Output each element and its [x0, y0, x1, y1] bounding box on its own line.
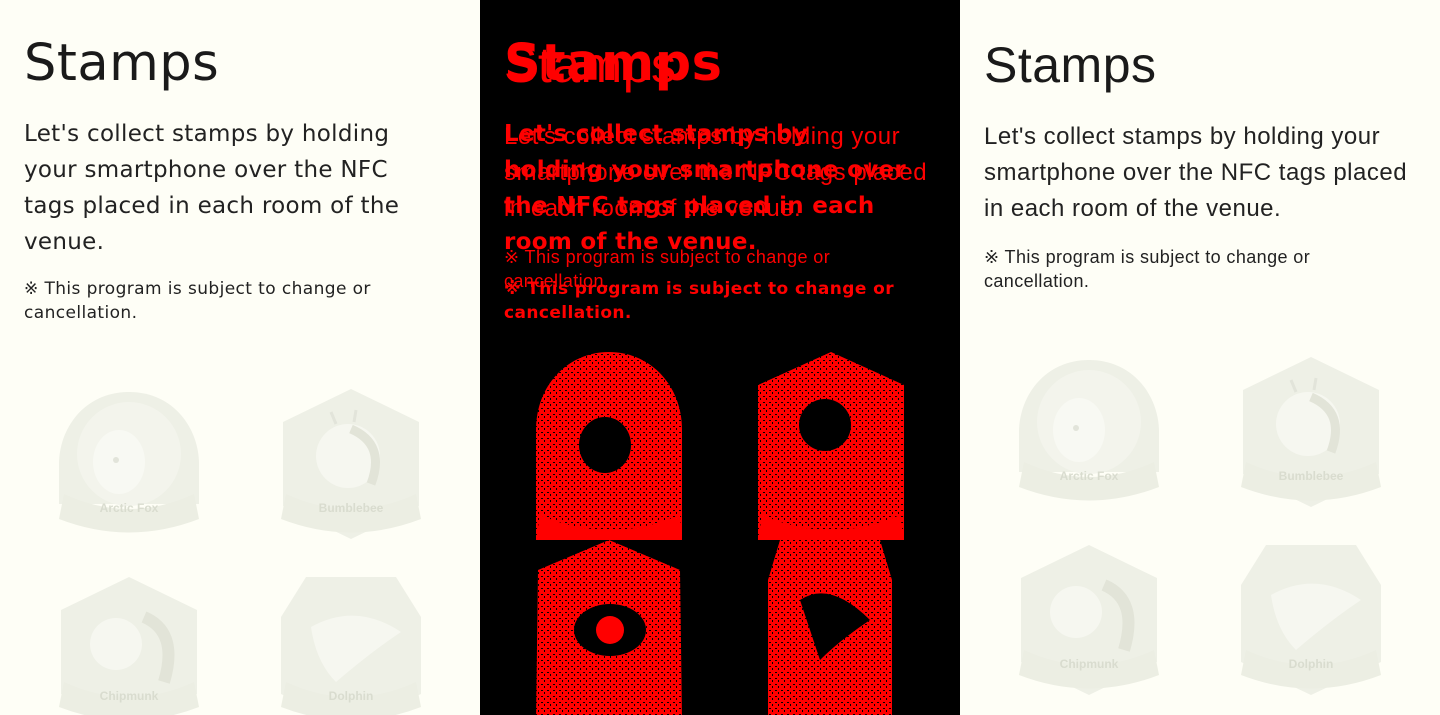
dolphin-icon: Dolphin — [1241, 545, 1381, 695]
page-description: Let's collect stamps by holding your sma… — [24, 121, 400, 255]
diff-stamps-overlay — [536, 352, 904, 715]
diff-chipmunk-icon — [536, 540, 682, 715]
svg-text:Arctic Fox: Arctic Fox — [1060, 469, 1119, 483]
svg-text:Dolphin: Dolphin — [329, 689, 374, 703]
diff-note-ghost: ※ This program is subject to change or c… — [504, 247, 831, 291]
diff-bumblebee-icon — [758, 352, 904, 540]
svg-text:Arctic Fox: Arctic Fox — [100, 501, 159, 515]
stamps-page-left: Stamps Let's collect stamps by holding y… — [0, 0, 480, 715]
stamp-dolphin[interactable]: Dolphin — [1236, 540, 1386, 700]
svg-text:Bumblebee: Bumblebee — [319, 501, 384, 515]
stamp-bumblebee[interactable]: Bumblebee — [276, 384, 426, 544]
stamp-arctic-fox[interactable]: Arctic Fox — [54, 384, 204, 544]
svg-text:Bumblebee: Bumblebee — [1279, 469, 1344, 483]
stamp-bumblebee[interactable]: Bumblebee — [1236, 352, 1386, 512]
dolphin-icon: Dolphin — [281, 577, 421, 715]
program-note: ※ This program is subject to change or c… — [24, 279, 371, 323]
diff-arctic-fox-icon — [536, 352, 682, 540]
stamp-arctic-fox[interactable]: Arctic Fox — [1014, 352, 1164, 512]
bumblebee-icon: Bumblebee — [1241, 357, 1381, 507]
chipmunk-icon: Chipmunk — [59, 577, 199, 715]
arctic-fox-icon: Arctic Fox — [59, 392, 199, 533]
diff-overlay-panel: Stamps Stamps Let's collect stamps by ho… — [480, 0, 960, 715]
svg-text:Chipmunk: Chipmunk — [1060, 657, 1119, 671]
svg-text:Chipmunk: Chipmunk — [100, 689, 159, 703]
stamp-chipmunk[interactable]: Chipmunk — [1014, 540, 1164, 700]
diff-title-ghost: Stamps — [504, 37, 677, 93]
stamp-chipmunk[interactable]: Chipmunk — [54, 572, 204, 715]
arctic-fox-icon: Arctic Fox — [1019, 360, 1159, 501]
bumblebee-icon: Bumblebee — [281, 389, 421, 539]
stamp-dolphin[interactable]: Dolphin — [276, 572, 426, 715]
svg-text:Dolphin: Dolphin — [1289, 657, 1334, 671]
chipmunk-icon: Chipmunk — [1019, 545, 1159, 695]
page-description: Let's collect stamps by holding your sma… — [984, 123, 1408, 222]
diff-dolphin-icon — [768, 540, 892, 715]
diff-description-ghost: Let's collect stamps by holding your sma… — [504, 123, 928, 222]
page-title: Stamps — [24, 34, 220, 93]
stamps-page-right: Stamps Let's collect stamps by holding y… — [960, 0, 1440, 715]
page-title: Stamps — [984, 37, 1157, 93]
program-note: ※ This program is subject to change or c… — [984, 247, 1311, 291]
